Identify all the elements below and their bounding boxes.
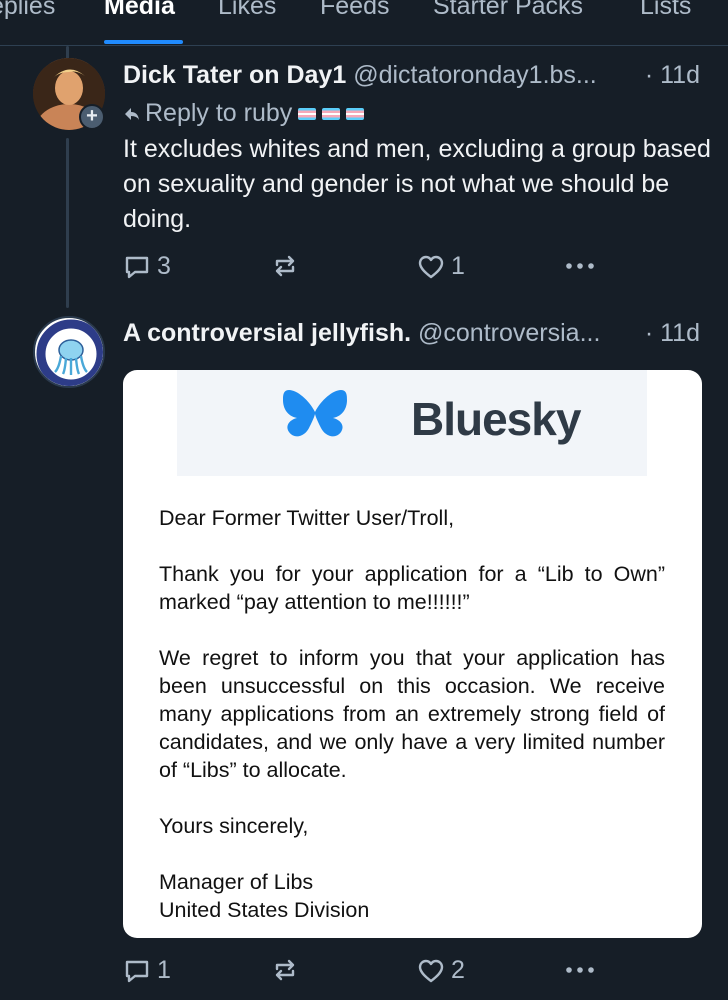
- like-count: 2: [451, 956, 465, 984]
- reply-arrow-icon: [125, 108, 139, 121]
- reply-icon: [125, 256, 149, 278]
- letter-greeting: Dear Former Twitter User/Troll,: [159, 506, 455, 530]
- follow-plus-icon[interactable]: +: [79, 104, 105, 130]
- active-tab-indicator: [104, 40, 183, 44]
- repost-icon: [275, 255, 295, 277]
- profile-tabs: eplies Media Likes Feeds Starter Packs L…: [0, 0, 728, 46]
- author-handle[interactable]: @dictatoronday1.bs...: [353, 61, 597, 89]
- heart-icon: [418, 959, 444, 982]
- author-name[interactable]: A controversial jellyfish.: [123, 319, 411, 347]
- repost-button[interactable]: [271, 956, 299, 984]
- jellyfish-icon: [36, 319, 103, 386]
- like-count: 1: [451, 252, 465, 280]
- tab-likes[interactable]: Likes: [218, 0, 276, 21]
- author-name[interactable]: Dick Tater on Day1: [123, 61, 346, 89]
- thread-line: [66, 138, 69, 308]
- tab-lists[interactable]: Lists: [640, 0, 691, 21]
- post-text: It excludes whites and men, excluding a …: [123, 135, 711, 233]
- ellipsis-icon: [566, 967, 594, 973]
- butterfly-logo-icon: [283, 390, 347, 437]
- like-button[interactable]: 1: [417, 252, 465, 281]
- reply-count: 1: [157, 956, 171, 984]
- bluesky-wordmark: Bluesky: [411, 393, 581, 445]
- repost-button[interactable]: [271, 252, 299, 280]
- trans-flag-icon: [298, 108, 317, 121]
- post-header: A controversial jellyfish. @controversia…: [123, 318, 600, 348]
- reply-button[interactable]: 1: [123, 956, 171, 985]
- letter-signature-line-2: United States Division: [159, 898, 370, 922]
- author-handle[interactable]: @controversia...: [418, 319, 600, 347]
- trans-flag-icon: [346, 108, 365, 121]
- author-avatar[interactable]: [33, 316, 105, 388]
- letter-paragraph-1: Thank you for your application for a “Li…: [159, 562, 665, 614]
- tab-media[interactable]: Media: [104, 0, 175, 21]
- more-options-button[interactable]: [563, 252, 597, 280]
- trans-flag-icon: [322, 108, 341, 121]
- reply-count: 3: [157, 252, 171, 280]
- post-actions: 3 1: [123, 252, 683, 284]
- tab-replies[interactable]: eplies: [0, 0, 55, 21]
- reply-icon: [125, 960, 149, 982]
- like-button[interactable]: 2: [417, 956, 465, 985]
- ellipsis-icon: [566, 263, 594, 269]
- post-header: Dick Tater on Day1 @dictatoronday1.bs...: [123, 60, 597, 90]
- reply-button[interactable]: 3: [123, 252, 171, 281]
- tab-starter-packs[interactable]: Starter Packs: [433, 0, 583, 21]
- more-options-button[interactable]: [563, 956, 597, 984]
- post-actions: 1 2: [123, 956, 683, 988]
- post-time[interactable]: · 11d: [645, 60, 700, 90]
- tab-feeds[interactable]: Feeds: [320, 0, 389, 21]
- reply-to-label: Reply to ruby: [145, 99, 293, 127]
- post-image[interactable]: Bluesky Dear Former Twitter User/Troll, …: [123, 370, 702, 938]
- bluesky-banner: Bluesky: [177, 370, 647, 476]
- post-time[interactable]: · 11d: [645, 318, 700, 348]
- letter-signature-line-1: Manager of Libs: [159, 870, 314, 894]
- letter-closing: Yours sincerely,: [159, 814, 309, 838]
- reply-to-line[interactable]: Reply to ruby: [123, 98, 365, 128]
- letter-paragraph-2: We regret to inform you that your applic…: [159, 646, 665, 782]
- heart-icon: [418, 255, 444, 278]
- repost-icon: [275, 959, 295, 981]
